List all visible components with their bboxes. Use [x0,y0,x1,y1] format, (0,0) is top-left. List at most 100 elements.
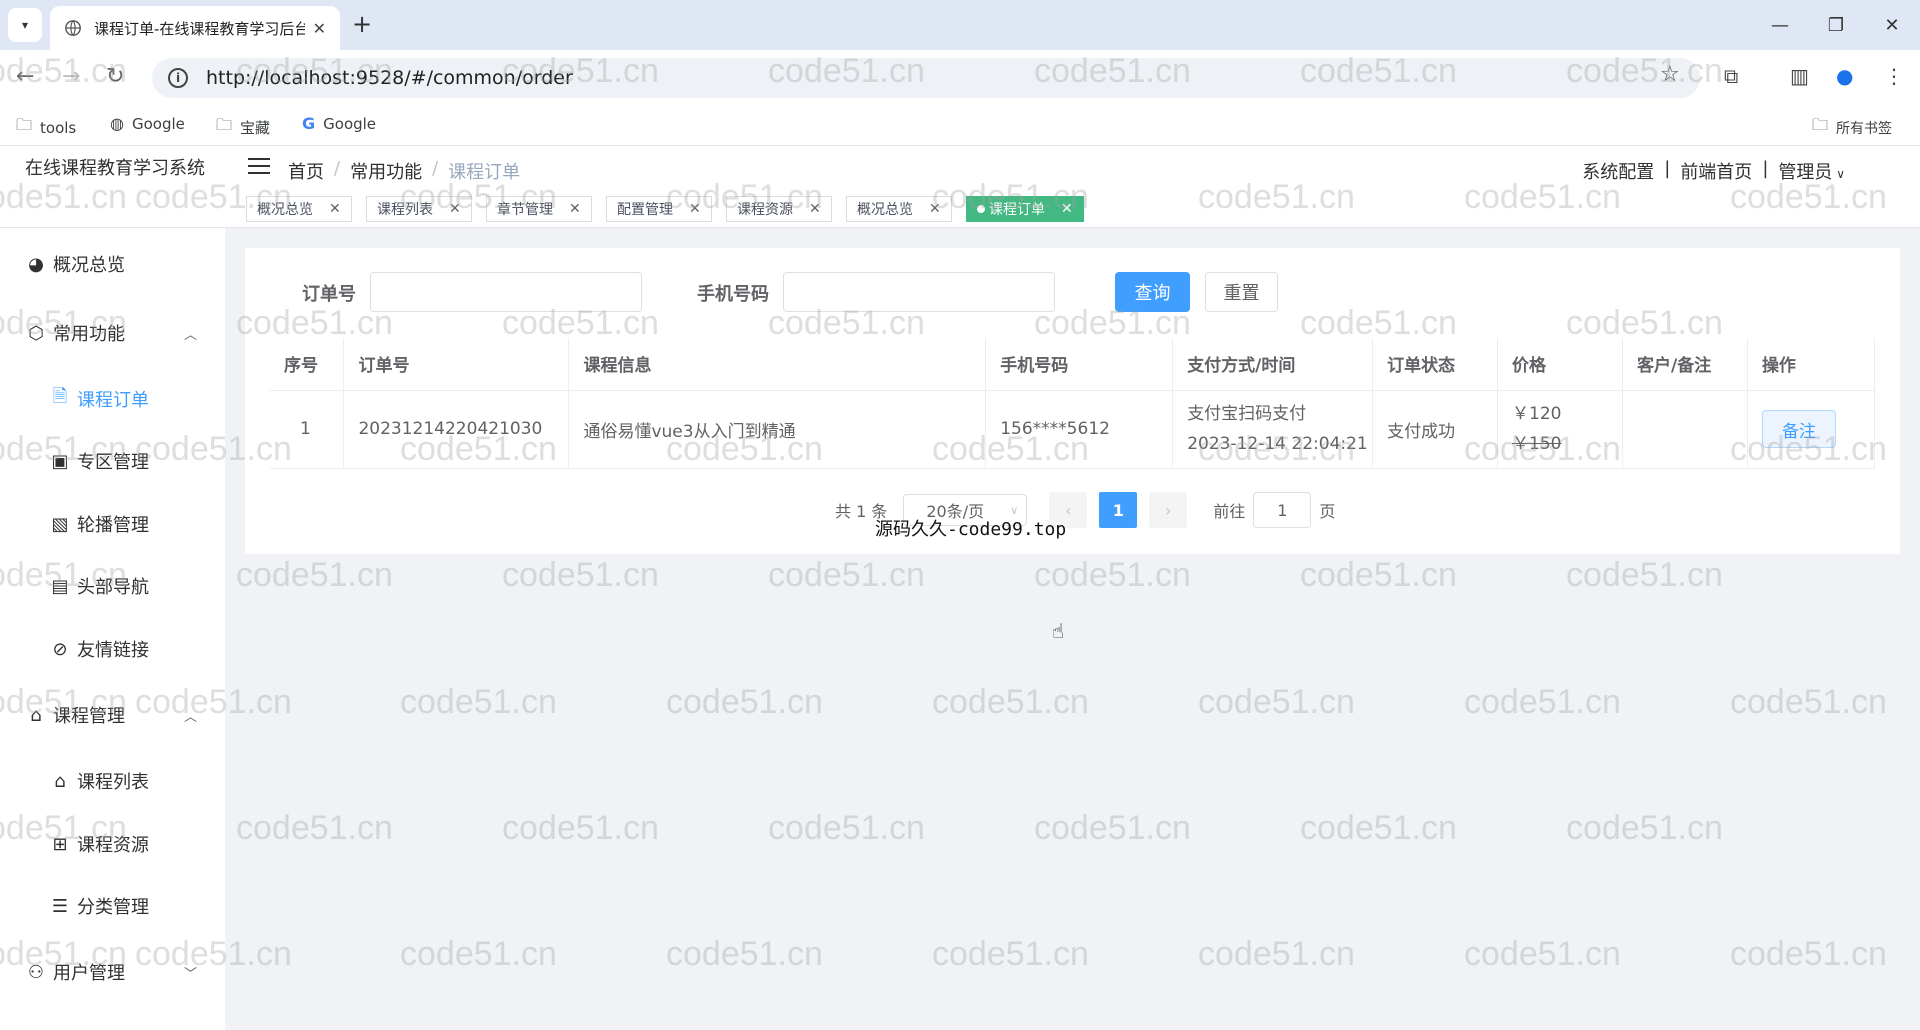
chevron-down-icon: ﹀ [183,966,197,982]
reset-button[interactable]: 重置 [1205,272,1278,312]
extensions-icon[interactable]: ⧉ [1724,64,1738,88]
cell-payment: 支付宝扫码支付 2023-12-14 22:04:21 [1172,390,1374,469]
close-window-icon[interactable]: ✕ [1864,0,1920,50]
phone-input[interactable] [783,272,1055,312]
app-title: 在线课程教育学习系统 [25,158,205,179]
sidebar-item-course-resource[interactable]: ⊞ 课程资源 [0,824,225,864]
chevron-up-icon: ︿ [183,709,197,725]
globe-icon: ◍ [110,114,124,133]
globe-icon [65,20,81,36]
tag-config[interactable]: 配置管理 ✕ [606,196,712,222]
header-separator: | [1664,158,1671,179]
tag-overview[interactable]: 概况总览 ✕ [246,196,352,222]
admin-dropdown[interactable]: 管理员 ∨ [1778,158,1845,184]
tag-chapter[interactable]: 章节管理 ✕ [486,196,592,222]
cell-price: ￥120 ￥150 [1497,390,1623,469]
back-icon[interactable]: ← [16,64,34,89]
address-bar: ← → ↻ i http://localhost:9528/#/common/o… [0,50,1920,106]
profile-icon[interactable]: ● [1836,64,1853,88]
site-info-icon[interactable]: i [168,68,188,88]
page-number-button[interactable]: 1 [1099,492,1138,528]
bookmark-tools[interactable]: 🗀 tools [16,114,76,141]
header-separator: | [1762,158,1769,179]
active-dot [977,205,985,213]
close-icon[interactable]: ✕ [809,201,821,217]
bookmark-star-icon[interactable]: ☆ [1660,62,1680,87]
sidebar-item-course-mgmt[interactable]: ⌂ 课程管理 ︿ [0,695,225,735]
column-header: 支付方式/时间 [1172,338,1374,391]
tag-course-list[interactable]: 课程列表 ✕ [366,196,472,222]
sidebar-item-course-list[interactable]: ⌂ 课程列表 [0,761,225,801]
breadcrumb-separator: / [334,158,341,179]
close-icon[interactable]: ✕ [329,201,341,217]
tags-view: 概况总览 ✕ 课程列表 ✕ 章节管理 ✕ 配置管理 ✕ 课程资源 ✕ 概况总览 ✕ 课程订单… [0,190,1920,228]
frontend-home-link[interactable]: 前端首页 [1680,158,1752,184]
bookmark-google-2[interactable]: G Google [302,114,376,133]
breadcrumb-home[interactable]: 首页 [288,158,324,184]
order-table: 序号 订单号 课程信息 手机号码 支付方式/时间 订单状态 价格 客户/备注 操… [270,338,1876,469]
price: ￥120 [1512,404,1562,424]
bookmark-treasure[interactable]: 🗀 宝藏 [216,114,270,141]
header-links: 系统配置 | 前端首页 | 管理员 ∨ [1582,158,1845,184]
document-icon: 🗎 [52,386,68,407]
forward-icon[interactable]: → [62,64,80,89]
url-field[interactable]: i http://localhost:9528/#/common/order [152,58,1700,98]
search-button[interactable]: 查询 [1115,272,1190,312]
close-icon[interactable]: ✕ [929,201,941,217]
next-page-button[interactable]: › [1149,492,1188,528]
new-tab-button[interactable]: + [352,10,372,38]
overlay-promo-text: 源码久久-code99.top [875,519,1067,540]
column-header: 操作 [1747,338,1876,391]
breadcrumb-current: 课程订单 [448,162,521,183]
restore-icon[interactable]: ❐ [1808,0,1864,50]
order-no-label: 订单号 [302,284,356,305]
main-content: 订单号 手机号码 查询 重置 序号 订单号 课程信息 手机号码 支付方式/时间 … [225,228,1920,1030]
tab-search-button[interactable]: ▾ [8,8,42,42]
bookmark-google[interactable]: ◍ Google [110,114,185,133]
all-bookmarks[interactable]: 🗀 所有书签 [1812,114,1892,141]
tag-course-resource[interactable]: 课程资源 ✕ [726,196,832,222]
bookmarks-bar: 🗀 tools ◍ Google 🗀 宝藏 G Google 🗀 所有书签 [0,106,1920,146]
sidebar-item-common[interactable]: ⬡ 常用功能 ︿ [0,313,225,353]
play-box-icon: ▣ [51,450,69,472]
sidebar-item-overview[interactable]: ◕ 概况总览 [0,244,225,284]
graduation-icon: ⌂ [54,770,66,792]
hamburger-icon[interactable] [248,158,270,176]
sidebar-item-header-nav[interactable]: ▤ 头部导航 [0,566,225,606]
sidebar-item-carousel[interactable]: ▧ 轮播管理 [0,504,225,544]
cell-course: 通俗易懂vue3从入门到精通 [568,390,987,469]
grid-icon: ⊞ [52,833,68,855]
sidebar-item-links[interactable]: ⊘ 友情链接 [0,629,225,669]
browser-tab[interactable]: 课程订单-在线课程教育学习后台 ✕ [50,6,340,50]
column-header: 序号 [270,338,345,391]
goto-page-input[interactable]: 1 [1253,492,1312,528]
close-icon[interactable]: ✕ [1061,201,1073,217]
page-unit-label: 页 [1319,502,1336,521]
tag-course-order[interactable]: 课程订单 ✕ [966,196,1084,222]
cell-order-no: 20231214220421030 [343,390,570,469]
order-no-input[interactable] [370,272,642,312]
sidebar-item-course-order[interactable]: 🗎 课程订单 [0,379,225,419]
tag-overview-2[interactable]: 概况总览 ✕ [846,196,952,222]
breadcrumb-common[interactable]: 常用功能 [350,158,422,184]
breadcrumb-separator: / [432,158,439,179]
note-button[interactable]: 备注 [1761,410,1836,448]
sidepanel-icon[interactable]: ▥ [1790,64,1809,88]
menu-dots-icon[interactable]: ⋮ [1884,64,1904,88]
reload-icon[interactable]: ↻ [106,64,124,89]
close-tab-icon[interactable]: ✕ [313,19,326,38]
minimize-icon[interactable]: — [1752,0,1808,50]
breadcrumb: 首页 / 常用功能 / 课程订单 [288,158,520,184]
sidebar-item-users[interactable]: ⚇ 用户管理 ﹀ [0,952,225,992]
cell-phone: 156****5612 [985,390,1174,469]
sidebar-item-category[interactable]: ☰ 分类管理 [0,886,225,926]
sidebar-item-zone[interactable]: ▣ 专区管理 [0,441,225,481]
close-icon[interactable]: ✕ [569,201,581,217]
phone-label: 手机号码 [697,284,769,305]
close-icon[interactable]: ✕ [449,201,461,217]
cell-note [1622,390,1748,469]
system-config-link[interactable]: 系统配置 [1582,158,1654,184]
link-icon: ⊘ [52,638,68,660]
close-icon[interactable]: ✕ [689,201,701,217]
list-icon: ☰ [51,895,69,917]
